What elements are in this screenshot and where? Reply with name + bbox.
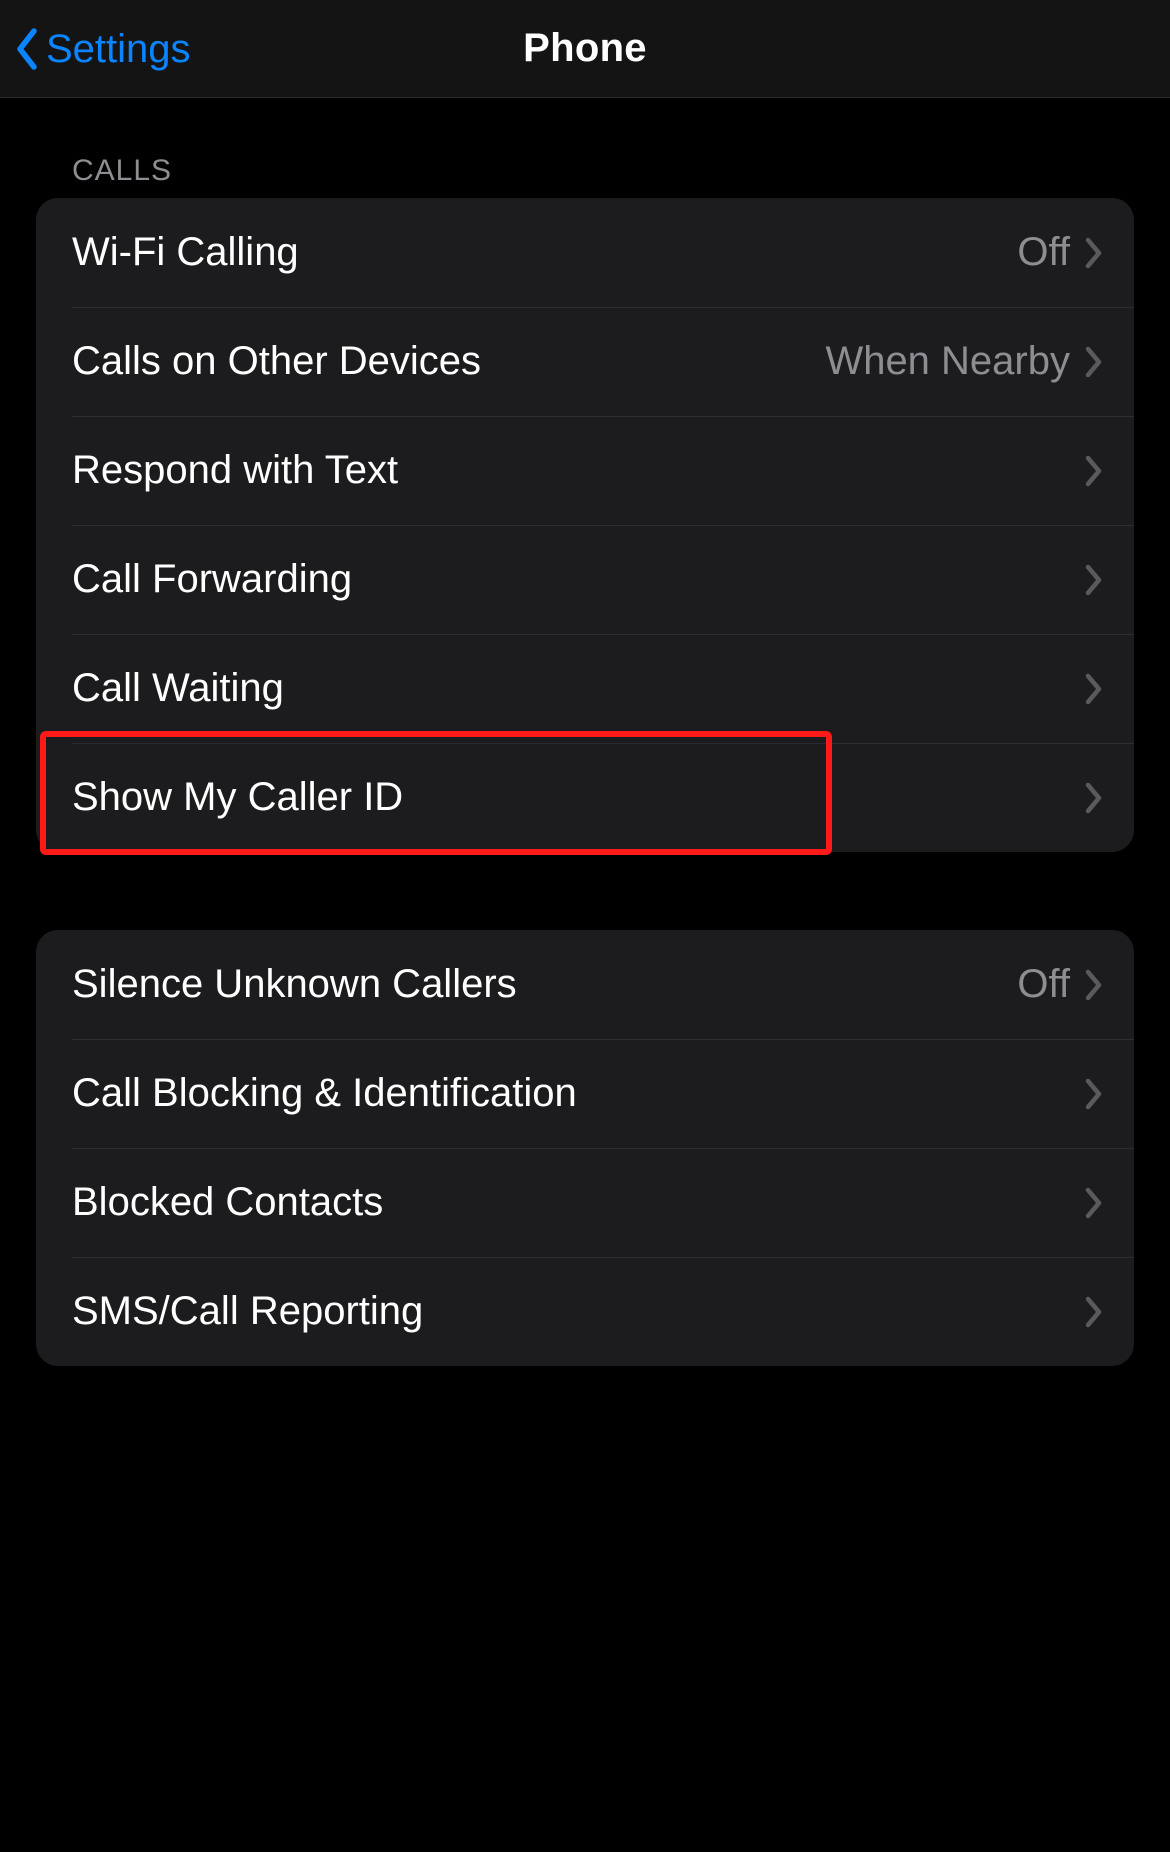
row-label: Silence Unknown Callers	[72, 962, 1017, 1007]
section-header-calls: CALLS	[72, 154, 1170, 188]
row-value: Off	[1017, 962, 1070, 1007]
row-label: Blocked Contacts	[72, 1180, 1070, 1225]
row-calls-on-other-devices[interactable]: Calls on Other Devices When Nearby	[36, 307, 1134, 416]
page-title: Phone	[523, 26, 647, 71]
chevron-right-icon	[1084, 781, 1104, 815]
settings-group-calls: Wi-Fi Calling Off Calls on Other Devices…	[36, 198, 1134, 852]
chevron-right-icon	[1084, 454, 1104, 488]
row-value: Off	[1017, 230, 1070, 275]
row-label: Wi-Fi Calling	[72, 230, 1017, 275]
chevron-right-icon	[1084, 1186, 1104, 1220]
row-call-blocking-identification[interactable]: Call Blocking & Identification	[36, 1039, 1134, 1148]
row-label: Call Waiting	[72, 666, 1070, 711]
chevron-right-icon	[1084, 236, 1104, 270]
row-silence-unknown-callers[interactable]: Silence Unknown Callers Off	[36, 930, 1134, 1039]
row-label: SMS/Call Reporting	[72, 1289, 1070, 1334]
row-respond-with-text[interactable]: Respond with Text	[36, 416, 1134, 525]
chevron-right-icon	[1084, 968, 1104, 1002]
row-blocked-contacts[interactable]: Blocked Contacts	[36, 1148, 1134, 1257]
row-label: Show My Caller ID	[72, 775, 1070, 820]
chevron-right-icon	[1084, 672, 1104, 706]
row-label: Call Blocking & Identification	[72, 1071, 1070, 1116]
settings-group-2: Silence Unknown Callers Off Call Blockin…	[36, 930, 1134, 1366]
back-button[interactable]: Settings	[14, 0, 191, 98]
row-sms-call-reporting[interactable]: SMS/Call Reporting	[36, 1257, 1134, 1366]
row-show-my-caller-id[interactable]: Show My Caller ID	[36, 743, 1134, 852]
row-value: When Nearby	[825, 339, 1070, 384]
row-label: Respond with Text	[72, 448, 1070, 493]
chevron-right-icon	[1084, 1295, 1104, 1329]
chevron-right-icon	[1084, 563, 1104, 597]
chevron-left-icon	[14, 27, 42, 71]
chevron-right-icon	[1084, 345, 1104, 379]
row-label: Calls on Other Devices	[72, 339, 825, 384]
navbar: Settings Phone	[0, 0, 1170, 98]
chevron-right-icon	[1084, 1077, 1104, 1111]
row-label: Call Forwarding	[72, 557, 1070, 602]
row-call-forwarding[interactable]: Call Forwarding	[36, 525, 1134, 634]
back-label: Settings	[46, 27, 191, 72]
row-call-waiting[interactable]: Call Waiting	[36, 634, 1134, 743]
row-wifi-calling[interactable]: Wi-Fi Calling Off	[36, 198, 1134, 307]
